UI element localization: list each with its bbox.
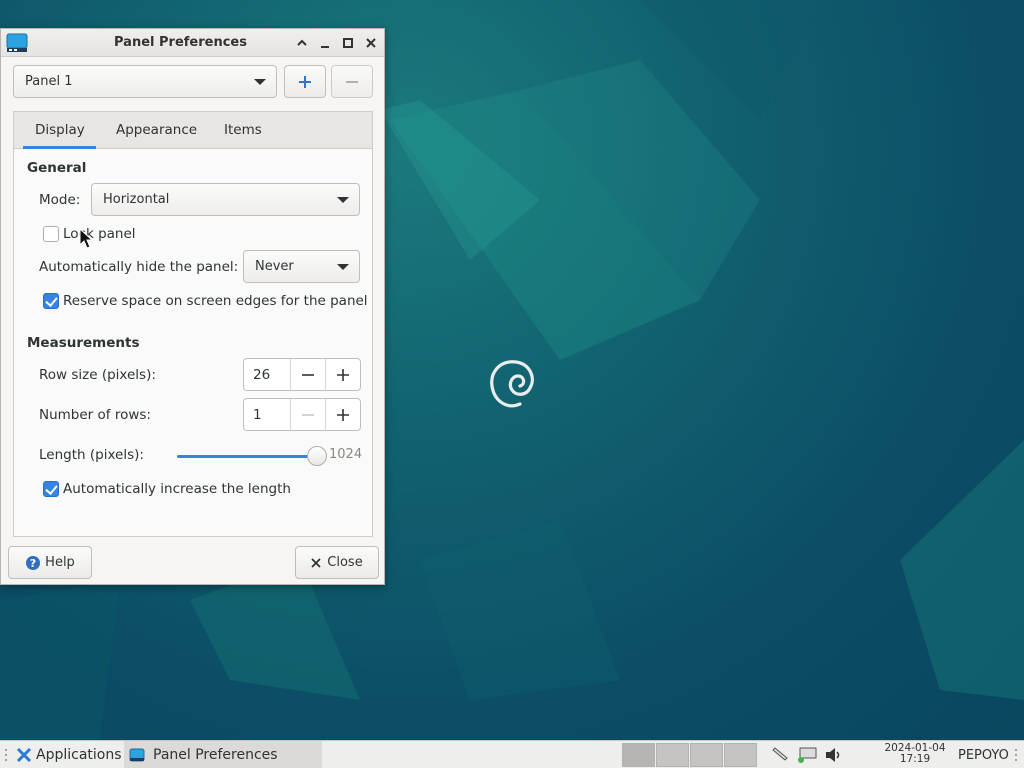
row-size-value[interactable]: 26: [253, 367, 270, 383]
shade-button[interactable]: [292, 33, 312, 53]
lock-panel-checkbox[interactable]: [43, 226, 59, 242]
drag-handle-icon: [5, 749, 7, 761]
workspace-4[interactable]: [724, 743, 757, 767]
chevron-down-icon: [337, 197, 349, 203]
tab-appearance[interactable]: Appearance: [116, 122, 197, 138]
length-slider-track[interactable]: [177, 455, 317, 458]
length-value: 1024: [329, 447, 363, 462]
network-tray-icon[interactable]: [796, 741, 818, 768]
rows-value[interactable]: 1: [253, 407, 262, 423]
tab-bar: Display Appearance Items: [14, 112, 372, 149]
drag-handle-icon: [1015, 749, 1017, 761]
rows-increment-button[interactable]: [325, 399, 360, 430]
close-button[interactable]: Close: [295, 546, 379, 579]
tab-items[interactable]: Items: [224, 122, 262, 138]
autohide-select-value: Never: [255, 259, 294, 274]
plus-icon: [299, 75, 311, 88]
title-bar[interactable]: Panel Preferences: [1, 29, 384, 57]
add-panel-button[interactable]: [284, 65, 326, 98]
task-label: Panel Preferences: [153, 747, 278, 763]
help-icon: ?: [26, 555, 41, 570]
taskbar-handle[interactable]: [4, 741, 12, 768]
clipboard-icon: [772, 747, 788, 761]
panel-app-icon: [129, 748, 145, 762]
panel-select[interactable]: Panel 1: [13, 65, 277, 98]
row-size-decrement-button[interactable]: [290, 359, 325, 390]
row-size-spinner[interactable]: 26: [243, 358, 361, 391]
user-menu[interactable]: PEPOYO: [958, 741, 1009, 768]
active-tab-indicator: [23, 146, 96, 149]
maximize-icon: [343, 38, 353, 48]
task-button-panel-preferences[interactable]: Panel Preferences: [124, 741, 322, 768]
minimize-button[interactable]: [315, 33, 335, 53]
tab-display[interactable]: Display: [35, 122, 85, 138]
minus-icon: [302, 373, 314, 376]
taskbar: Applications Panel Preferences 2024-01-0…: [0, 740, 1024, 768]
mode-label: Mode:: [39, 192, 81, 208]
reserve-space-label[interactable]: Reserve space on screen edges for the pa…: [63, 293, 368, 309]
plus-icon: [337, 408, 349, 421]
measurements-heading: Measurements: [27, 335, 140, 351]
reserve-space-checkbox[interactable]: [43, 293, 59, 309]
help-button[interactable]: ? Help: [8, 546, 92, 579]
general-heading: General: [27, 160, 87, 176]
rows-spinner[interactable]: 1: [243, 398, 361, 431]
row-size-label: Row size (pixels):: [39, 367, 156, 383]
plus-icon: [337, 368, 349, 381]
panel-select-value: Panel 1: [25, 74, 73, 89]
close-icon: [311, 557, 321, 568]
auto-length-checkbox[interactable]: [43, 481, 59, 497]
mode-select[interactable]: Horizontal: [91, 183, 360, 216]
chevron-up-icon: [297, 39, 307, 46]
rows-label: Number of rows:: [39, 407, 151, 423]
help-label: Help: [45, 555, 75, 570]
panel-preferences-dialog: Panel Preferences Panel 1 Display Appear…: [0, 28, 385, 585]
maximize-button[interactable]: [338, 33, 358, 53]
user-name: PEPOYO: [958, 747, 1009, 763]
volume-tray-icon[interactable]: [824, 741, 844, 768]
close-window-button[interactable]: [361, 33, 381, 53]
svg-text:?: ?: [30, 557, 36, 570]
auto-length-label[interactable]: Automatically increase the length: [63, 481, 291, 497]
lock-panel-label[interactable]: Lock panel: [63, 226, 136, 242]
clipboard-tray-icon[interactable]: [770, 741, 790, 768]
taskbar-handle-right[interactable]: [1014, 741, 1018, 768]
clock[interactable]: 2024-01-04 17:19: [880, 743, 950, 765]
workspace-2[interactable]: [656, 743, 689, 767]
close-label: Close: [327, 555, 363, 570]
mouse-pointer-icon: [79, 228, 93, 249]
speaker-icon: [826, 748, 840, 762]
autohide-label: Automatically hide the panel:: [39, 259, 239, 275]
mode-select-value: Horizontal: [103, 192, 170, 207]
minimize-icon: [321, 46, 329, 48]
rows-decrement-button[interactable]: [290, 399, 325, 430]
applications-menu-button[interactable]: Applications: [16, 741, 122, 768]
clock-time: 17:19: [899, 753, 931, 765]
applications-label: Applications: [36, 747, 122, 763]
length-slider-handle[interactable]: [307, 446, 327, 466]
workspace-3[interactable]: [690, 743, 723, 767]
debian-logo: [490, 360, 534, 408]
minus-icon: [302, 413, 314, 416]
workspace-1[interactable]: [622, 743, 655, 767]
length-label: Length (pixels):: [39, 447, 144, 463]
row-size-increment-button[interactable]: [325, 359, 360, 390]
chevron-down-icon: [337, 264, 349, 270]
network-icon: [798, 747, 817, 763]
close-icon: [366, 38, 376, 48]
chevron-down-icon: [254, 79, 266, 85]
remove-panel-button[interactable]: [331, 65, 373, 98]
xfce-logo-icon: [16, 747, 32, 763]
autohide-select[interactable]: Never: [243, 250, 360, 283]
minus-icon: [346, 80, 358, 83]
